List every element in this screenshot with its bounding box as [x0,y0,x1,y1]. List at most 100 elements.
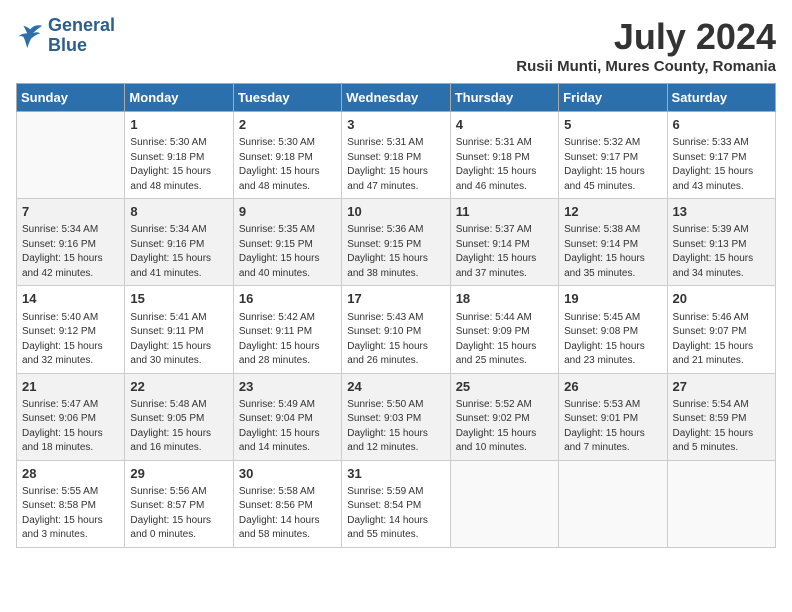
day-number: 22 [130,378,227,396]
day-info: Sunrise: 5:37 AM Sunset: 9:14 PM Dayligh… [456,223,553,281]
calendar-cell: 21Sunrise: 5:47 AM Sunset: 9:06 PM Dayli… [17,373,125,460]
day-number: 10 [347,203,444,221]
title-section: July 2024 Rusii Munti, Mures County, Rom… [516,16,776,75]
calendar-cell [559,460,667,547]
calendar-cell: 31 Sunrise: 5:59 AM Sunset: 8:54 PM Dayli… [342,460,450,547]
calendar-cell [667,460,775,547]
calendar-cell: 17 Sunrise: 5:43 AM Sunset: 9:10 PM Dayli… [342,286,450,373]
day-number: 26 [564,378,661,396]
day-number: 12 [564,203,661,221]
calendar-cell: 24 Sunrise: 5:50 AM Sunset: 9:03 PM Dayli… [342,373,450,460]
calendar-cell: 16Sunrise: 5:42 AM Sunset: 9:11 PM Dayli… [233,286,341,373]
logo-text: General Blue [48,16,115,56]
day-number: 27 [673,378,770,396]
calendar-cell: 22 Sunrise: 5:48 AM Sunset: 9:05 PM Dayli… [125,373,233,460]
weekday-header-row: SundayMondayTuesdayWednesdayThursdayFrid… [17,84,776,112]
calendar-week-row: 28Sunrise: 5:55 AM Sunset: 8:58 PM Dayli… [17,460,776,547]
calendar-week-row: 1 Sunrise: 5:30 AM Sunset: 9:18 PM Daylig… [17,112,776,199]
day-number: 19 [564,290,661,308]
day-number: 18 [456,290,553,308]
day-info: Sunrise: 5:53 AM Sunset: 9:01 PM Dayligh… [564,398,661,456]
day-info: Sunrise: 5:52 AM Sunset: 9:02 PM Dayligh… [456,398,553,456]
day-info: Sunrise: 5:41 AM Sunset: 9:11 PM Dayligh… [130,311,227,369]
day-number: 2 [239,116,336,134]
calendar-cell: 25 Sunrise: 5:52 AM Sunset: 9:02 PM Dayli… [450,373,558,460]
page-header: General Blue July 2024 Rusii Munti, Mure… [16,16,776,75]
day-number: 3 [347,116,444,134]
weekday-header-saturday: Saturday [667,84,775,112]
day-info: Sunrise: 5:33 AM Sunset: 9:17 PM Dayligh… [673,136,770,194]
day-number: 14 [22,290,119,308]
calendar-cell: 5Sunrise: 5:32 AM Sunset: 9:17 PM Daylig… [559,112,667,199]
day-number: 28 [22,465,119,483]
day-number: 6 [673,116,770,134]
location-subtitle: Rusii Munti, Mures County, Romania [516,58,776,75]
calendar-cell: 6 Sunrise: 5:33 AM Sunset: 9:17 PM Daylig… [667,112,775,199]
day-number: 29 [130,465,227,483]
calendar-cell: 27 Sunrise: 5:54 AM Sunset: 8:59 PM Dayli… [667,373,775,460]
logo: General Blue [16,16,115,56]
day-info: Sunrise: 5:34 AM Sunset: 9:16 PM Dayligh… [130,223,227,281]
day-info: Sunrise: 5:35 AM Sunset: 9:15 PM Dayligh… [239,223,336,281]
day-number: 8 [130,203,227,221]
day-info: Sunrise: 5:46 AM Sunset: 9:07 PM Dayligh… [673,311,770,369]
calendar-cell: 18 Sunrise: 5:44 AM Sunset: 9:09 PM Dayli… [450,286,558,373]
day-number: 1 [130,116,227,134]
day-info: Sunrise: 5:30 AM Sunset: 9:18 PM Dayligh… [130,136,227,194]
calendar-cell: 15Sunrise: 5:41 AM Sunset: 9:11 PM Dayli… [125,286,233,373]
calendar-week-row: 7 Sunrise: 5:34 AM Sunset: 9:16 PM Daylig… [17,199,776,286]
day-info: Sunrise: 5:50 AM Sunset: 9:03 PM Dayligh… [347,398,444,456]
day-info: Sunrise: 5:54 AM Sunset: 8:59 PM Dayligh… [673,398,770,456]
calendar-cell: 13Sunrise: 5:39 AM Sunset: 9:13 PM Dayli… [667,199,775,286]
day-info: Sunrise: 5:32 AM Sunset: 9:17 PM Dayligh… [564,136,661,194]
calendar-cell: 20 Sunrise: 5:46 AM Sunset: 9:07 PM Dayli… [667,286,775,373]
calendar-cell: 12Sunrise: 5:38 AM Sunset: 9:14 PM Dayli… [559,199,667,286]
calendar-cell: 7Sunrise: 5:34 AM Sunset: 9:16 PM Daylig… [17,199,125,286]
calendar-cell [17,112,125,199]
calendar-cell: 28Sunrise: 5:55 AM Sunset: 8:58 PM Dayli… [17,460,125,547]
calendar-cell: 23Sunrise: 5:49 AM Sunset: 9:04 PM Dayli… [233,373,341,460]
day-number: 17 [347,290,444,308]
calendar-cell: 8 Sunrise: 5:34 AM Sunset: 9:16 PM Daylig… [125,199,233,286]
day-number: 21 [22,378,119,396]
day-info: Sunrise: 5:39 AM Sunset: 9:13 PM Dayligh… [673,223,770,281]
day-info: Sunrise: 5:44 AM Sunset: 9:09 PM Dayligh… [456,311,553,369]
month-year-title: July 2024 [516,16,776,58]
calendar-cell: 26 Sunrise: 5:53 AM Sunset: 9:01 PM Dayli… [559,373,667,460]
calendar-cell [450,460,558,547]
weekday-header-sunday: Sunday [17,84,125,112]
calendar-week-row: 21Sunrise: 5:47 AM Sunset: 9:06 PM Dayli… [17,373,776,460]
day-number: 31 [347,465,444,483]
logo-icon [16,22,44,50]
day-number: 20 [673,290,770,308]
day-info: Sunrise: 5:43 AM Sunset: 9:10 PM Dayligh… [347,311,444,369]
calendar-cell: 2 Sunrise: 5:30 AM Sunset: 9:18 PM Daylig… [233,112,341,199]
day-info: Sunrise: 5:31 AM Sunset: 9:18 PM Dayligh… [347,136,444,194]
day-info: Sunrise: 5:30 AM Sunset: 9:18 PM Dayligh… [239,136,336,194]
day-info: Sunrise: 5:59 AM Sunset: 8:54 PM Dayligh… [347,485,444,543]
weekday-header-monday: Monday [125,84,233,112]
day-number: 25 [456,378,553,396]
day-info: Sunrise: 5:40 AM Sunset: 9:12 PM Dayligh… [22,311,119,369]
calendar-week-row: 14 Sunrise: 5:40 AM Sunset: 9:12 PM Dayli… [17,286,776,373]
day-number: 30 [239,465,336,483]
calendar-cell: 29 Sunrise: 5:56 AM Sunset: 8:57 PM Dayli… [125,460,233,547]
weekday-header-thursday: Thursday [450,84,558,112]
calendar-cell: 10 Sunrise: 5:36 AM Sunset: 9:15 PM Dayli… [342,199,450,286]
weekday-header-wednesday: Wednesday [342,84,450,112]
day-number: 9 [239,203,336,221]
calendar-cell: 9 Sunrise: 5:35 AM Sunset: 9:15 PM Daylig… [233,199,341,286]
day-info: Sunrise: 5:56 AM Sunset: 8:57 PM Dayligh… [130,485,227,543]
day-number: 7 [22,203,119,221]
day-info: Sunrise: 5:42 AM Sunset: 9:11 PM Dayligh… [239,311,336,369]
day-number: 23 [239,378,336,396]
day-info: Sunrise: 5:58 AM Sunset: 8:56 PM Dayligh… [239,485,336,543]
calendar-cell: 3 Sunrise: 5:31 AM Sunset: 9:18 PM Daylig… [342,112,450,199]
calendar-table: SundayMondayTuesdayWednesdayThursdayFrid… [16,83,776,548]
day-info: Sunrise: 5:36 AM Sunset: 9:15 PM Dayligh… [347,223,444,281]
day-info: Sunrise: 5:48 AM Sunset: 9:05 PM Dayligh… [130,398,227,456]
day-info: Sunrise: 5:45 AM Sunset: 9:08 PM Dayligh… [564,311,661,369]
day-info: Sunrise: 5:31 AM Sunset: 9:18 PM Dayligh… [456,136,553,194]
day-number: 24 [347,378,444,396]
weekday-header-tuesday: Tuesday [233,84,341,112]
